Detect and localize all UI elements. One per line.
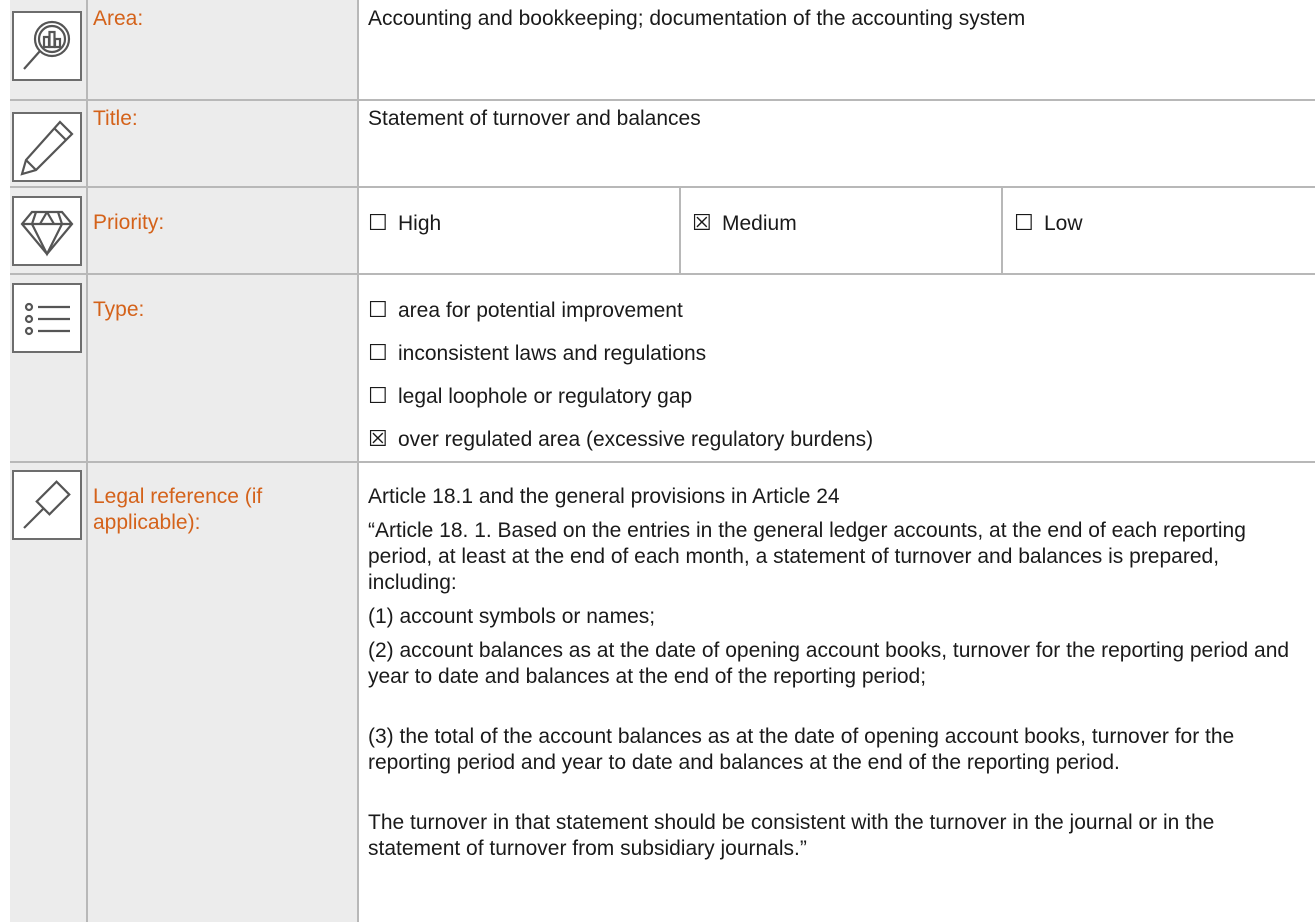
document-table: Area: Accounting and bookkeeping; docume…: [0, 0, 1315, 922]
legal-paragraph: “Article 18. 1. Based on the entries in …: [368, 519, 1246, 594]
row-divider: [10, 273, 1315, 275]
checkbox[interactable]: ☐: [368, 340, 398, 366]
legal-paragraph: Article 18.1 and the general provisions …: [368, 485, 840, 508]
priority-label: Priority:: [93, 211, 165, 234]
type-option[interactable]: ☐ area for potential improvement: [368, 297, 1298, 324]
priority-option-label: High: [398, 212, 442, 235]
checkbox[interactable]: ☒: [692, 210, 722, 236]
checkbox[interactable]: ☐: [368, 210, 398, 236]
type-option-label: area for potential improvement: [398, 299, 683, 322]
type-option-label: inconsistent laws and regulations: [398, 342, 707, 365]
priority-high[interactable]: ☐ High: [368, 210, 668, 237]
legal-paragraph: The turnover in that statement should be…: [368, 811, 1215, 860]
type-option[interactable]: ☐ inconsistent laws and regulations: [368, 340, 1298, 367]
area-label: Area:: [93, 7, 144, 30]
gavel-icon: [12, 470, 82, 540]
column-divider: [357, 0, 359, 922]
column-divider: [679, 186, 681, 274]
legal-label: Legal reference (if applicable):: [93, 485, 263, 534]
row-divider: [10, 461, 1315, 463]
row-divider: [10, 186, 1315, 188]
type-option[interactable]: ☒ over regulated area (excessive regulato…: [368, 426, 1298, 453]
checkbox[interactable]: ☐: [368, 297, 398, 323]
list-icon: [12, 283, 82, 353]
column-divider: [86, 0, 88, 922]
priority-option-label: Low: [1044, 212, 1083, 235]
magnifier-chart-icon: [12, 11, 82, 81]
type-option-label: legal loophole or regulatory gap: [398, 385, 693, 408]
pencil-icon: [12, 112, 82, 182]
type-option[interactable]: ☐ legal loophole or regulatory gap: [368, 383, 1298, 410]
priority-medium[interactable]: ☒ Medium: [692, 210, 992, 237]
title-value: Statement of turnover and balances: [368, 107, 701, 130]
legal-paragraph: (1) account symbols or names;: [368, 605, 656, 628]
row-divider: [10, 99, 1315, 101]
checkbox[interactable]: ☐: [1014, 210, 1044, 236]
diamond-icon: [12, 196, 82, 266]
type-label: Type:: [93, 298, 145, 321]
checkbox[interactable]: ☒: [368, 426, 398, 452]
checkbox[interactable]: ☐: [368, 383, 398, 409]
column-divider: [1001, 186, 1003, 274]
legal-paragraph: (3) the total of the account balances as…: [368, 725, 1235, 774]
priority-option-label: Medium: [722, 212, 797, 235]
title-label: Title:: [93, 107, 138, 130]
area-value: Accounting and bookkeeping; documentatio…: [368, 7, 1026, 30]
priority-low[interactable]: ☐ Low: [1014, 210, 1304, 237]
legal-paragraph: (2) account balances as at the date of o…: [368, 639, 1290, 688]
type-option-label: over regulated area (excessive regulator…: [398, 428, 874, 451]
